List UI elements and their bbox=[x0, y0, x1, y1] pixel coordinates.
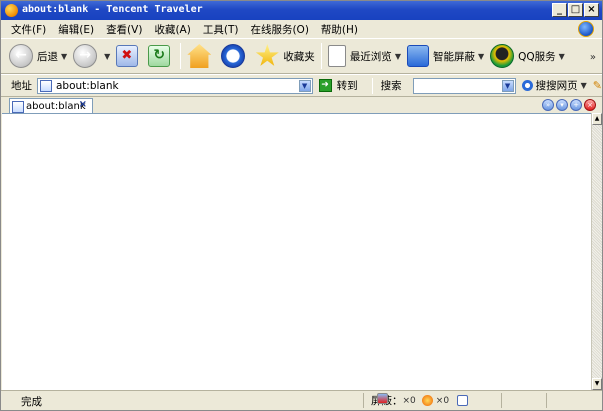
search-input[interactable]: ▼ bbox=[412, 77, 516, 94]
address-separator bbox=[371, 77, 373, 94]
tab-list-icon[interactable]: ▾ bbox=[556, 99, 568, 111]
home-icon bbox=[187, 44, 212, 68]
menu-view[interactable]: 查看(V) bbox=[100, 22, 148, 37]
status-divider bbox=[546, 393, 547, 408]
ad-block-count: ×0 bbox=[435, 395, 450, 406]
tab-label: about:blank bbox=[26, 101, 86, 112]
menu-online-services[interactable]: 在线服务(O) bbox=[244, 22, 314, 37]
go-arrow-icon: ➜ bbox=[318, 79, 332, 92]
go-button[interactable]: ➜ 转到 bbox=[318, 78, 358, 93]
search-label: 搜索 bbox=[380, 80, 402, 92]
search-engine-selector[interactable]: 搜搜网页 ▼ ✎ bbox=[521, 78, 602, 93]
popup-block-icon[interactable] bbox=[377, 393, 388, 404]
address-dropdown-icon[interactable]: ▼ bbox=[298, 79, 311, 92]
go-label: 转到 bbox=[336, 80, 358, 92]
qq-dropdown-icon[interactable]: ▼ bbox=[559, 52, 565, 61]
address-value: about:blank bbox=[56, 79, 119, 92]
main-toolbar: 后退 ▼ ▼ 收藏夹 最近浏览 ▼ bbox=[1, 38, 602, 74]
favorites-label: 收藏夹 bbox=[283, 50, 315, 63]
popup-block-icon bbox=[406, 45, 429, 67]
soso-engine-icon bbox=[521, 80, 533, 91]
menu-help[interactable]: 帮助(H) bbox=[315, 22, 364, 37]
tab-new-icon[interactable]: + bbox=[570, 99, 582, 111]
status-text: 完成 bbox=[21, 396, 42, 408]
back-arrow-icon bbox=[9, 44, 33, 68]
recent-dropdown-icon[interactable]: ▼ bbox=[395, 52, 401, 61]
smart-block-dropdown-icon[interactable]: ▼ bbox=[478, 52, 484, 61]
menu-edit[interactable]: 编辑(E) bbox=[52, 22, 100, 37]
stop-button[interactable] bbox=[116, 45, 142, 67]
toolbar-separator bbox=[320, 43, 322, 69]
smart-block-button[interactable]: 智能屏蔽 ▼ bbox=[406, 45, 484, 67]
search-engine-label: 搜搜网页 bbox=[535, 80, 578, 92]
address-bar: 地址 about:blank ▼ ➜ 转到 搜索 ▼ 搜搜网页 ▼ ✎ bbox=[1, 74, 602, 96]
tab-page-icon bbox=[12, 101, 24, 113]
ad-block-icon[interactable] bbox=[421, 395, 433, 406]
highlight-pen-icon[interactable]: ✎ bbox=[593, 79, 602, 92]
address-input[interactable]: about:blank ▼ bbox=[37, 77, 313, 94]
page-icon bbox=[40, 79, 52, 92]
title-bar[interactable]: about:blank - Tencent Traveler _ □ × bbox=[1, 1, 602, 20]
home-button[interactable] bbox=[187, 44, 215, 68]
forward-dropdown-icon[interactable]: ▼ bbox=[104, 52, 110, 61]
tab-about-blank[interactable]: about:blank × bbox=[9, 98, 93, 114]
qq-penguin-icon bbox=[490, 44, 515, 68]
page-content[interactable] bbox=[2, 113, 591, 390]
forward-arrow-icon bbox=[73, 44, 98, 68]
search-engine-dropdown-icon[interactable]: ▼ bbox=[581, 81, 587, 90]
refresh-button[interactable] bbox=[148, 45, 174, 67]
toolbar-overflow-button[interactable]: » bbox=[590, 52, 596, 63]
favorites-button[interactable]: 收藏夹 bbox=[255, 44, 315, 68]
history-button[interactable] bbox=[221, 44, 249, 68]
page-info-icon[interactable] bbox=[457, 395, 469, 406]
vertical-scrollbar[interactable]: ▲ ▼ bbox=[591, 113, 602, 390]
stop-icon bbox=[116, 45, 139, 67]
star-icon bbox=[255, 44, 279, 66]
back-dropdown-icon[interactable]: ▼ bbox=[61, 52, 67, 61]
status-bar: 完成 屏蔽： ×0 ×0 bbox=[1, 390, 602, 410]
recent-page-icon bbox=[327, 45, 346, 67]
window-title: about:blank - Tencent Traveler bbox=[22, 4, 203, 15]
recent-button[interactable]: 最近浏览 ▼ bbox=[327, 45, 401, 67]
back-button[interactable]: 后退 ▼ bbox=[9, 44, 67, 68]
tab-close-icon[interactable]: × bbox=[79, 99, 87, 110]
search-dropdown-icon[interactable]: ▼ bbox=[501, 79, 514, 92]
window-controls: _ □ × bbox=[552, 3, 599, 17]
tencent-traveler-logo-icon bbox=[5, 4, 18, 17]
close-button[interactable]: × bbox=[584, 3, 599, 17]
smart-block-label: 智能屏蔽 bbox=[432, 50, 475, 63]
tab-scroll-right-icon[interactable]: » bbox=[542, 99, 554, 111]
block-status: 屏蔽： ×0 ×0 bbox=[371, 393, 471, 408]
clock-icon bbox=[221, 44, 246, 68]
browser-window: about:blank - Tencent Traveler _ □ × 文件(… bbox=[0, 0, 603, 411]
minimize-button[interactable]: _ bbox=[552, 3, 567, 17]
address-label: 地址 bbox=[11, 80, 32, 92]
popup-block-count: ×0 bbox=[402, 395, 416, 406]
menu-bar: 文件(F) 编辑(E) 查看(V) 收藏(A) 工具(T) 在线服务(O) 帮助… bbox=[1, 20, 602, 38]
scroll-down-arrow-icon[interactable]: ▼ bbox=[592, 378, 602, 390]
scroll-up-arrow-icon[interactable]: ▲ bbox=[592, 113, 602, 125]
brand-logo-icon bbox=[578, 21, 594, 37]
qq-services-button[interactable]: QQ服务 ▼ bbox=[490, 44, 565, 68]
menu-favorites[interactable]: 收藏(A) bbox=[148, 22, 196, 37]
status-divider bbox=[501, 393, 502, 408]
maximize-button[interactable]: □ bbox=[568, 3, 583, 17]
recent-label: 最近浏览 bbox=[349, 50, 392, 63]
toolbar-separator bbox=[180, 43, 182, 69]
back-label: 后退 bbox=[37, 50, 58, 63]
menu-file[interactable]: 文件(F) bbox=[5, 22, 52, 37]
forward-button[interactable]: ▼ bbox=[73, 44, 110, 68]
refresh-icon bbox=[148, 45, 171, 67]
menu-tools[interactable]: 工具(T) bbox=[197, 22, 245, 37]
close-all-tabs-icon[interactable]: × bbox=[584, 99, 596, 111]
qq-label: QQ服务 bbox=[518, 50, 556, 63]
tab-bar: about:blank × » ▾ + × bbox=[1, 96, 602, 114]
status-divider bbox=[363, 393, 364, 408]
tab-tools: » ▾ + × bbox=[542, 99, 596, 111]
